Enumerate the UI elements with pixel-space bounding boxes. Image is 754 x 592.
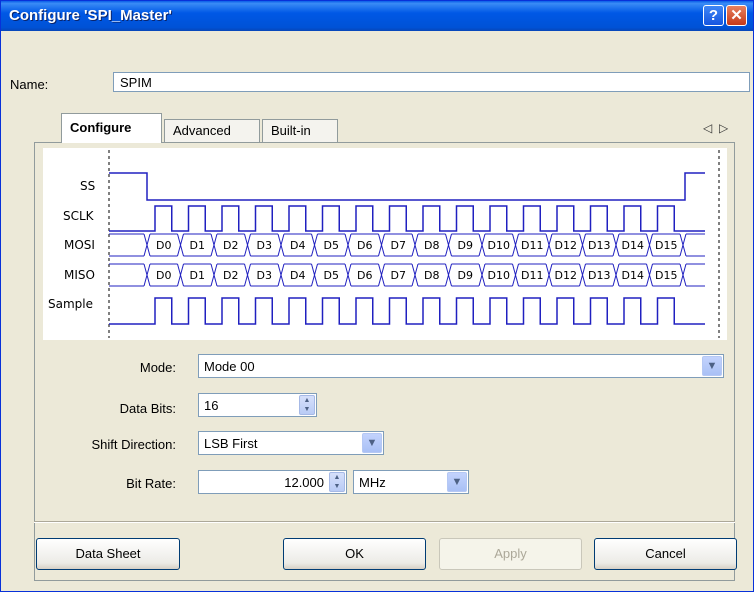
mosi-bit-label: D15 — [655, 239, 677, 252]
miso-bit-label: D13 — [588, 269, 610, 282]
data-sheet-button[interactable]: Data Sheet — [36, 538, 180, 570]
configure-dialog: Configure 'SPI_Master' ? ✕ Name: SPIM Co… — [0, 0, 754, 592]
miso-bit-label: D2 — [223, 269, 238, 282]
shift-direction-select[interactable]: LSB First ▼ — [198, 431, 384, 455]
bit-rate-unit-select[interactable]: MHz ▼ — [353, 470, 469, 494]
window-title: Configure 'SPI_Master' — [9, 7, 173, 24]
mosi-bit-label: D9 — [458, 239, 473, 252]
bit-rate-value: 12.000 — [284, 475, 324, 490]
shift-direction-label: Shift Direction: — [91, 437, 176, 452]
ss-wave — [109, 172, 705, 201]
cancel-button[interactable]: Cancel — [594, 538, 737, 570]
miso-bit-label: D8 — [424, 269, 439, 282]
name-label: Name: — [10, 77, 49, 92]
mosi-bit-label: D6 — [357, 239, 372, 252]
miso-bit-label: D1 — [190, 269, 205, 282]
tab-built-in-label: Built-in — [271, 123, 311, 138]
mosi-bit-label: D7 — [391, 239, 406, 252]
bit-rate-spin-icon[interactable]: ▲ ▼ — [329, 472, 345, 492]
mode-label: Mode: — [139, 360, 176, 375]
miso-bit-label: D11 — [521, 269, 543, 282]
sample-wave — [109, 297, 705, 325]
name-input[interactable]: SPIM — [113, 72, 750, 92]
tab-scroll-right-icon[interactable]: ▷ — [719, 121, 728, 135]
miso-bit-label: D6 — [357, 269, 372, 282]
miso-bit-label: D7 — [391, 269, 406, 282]
shift-direction-value: LSB First — [204, 436, 258, 451]
miso-bit-label: D5 — [324, 269, 339, 282]
miso-bit-label: D9 — [458, 269, 473, 282]
mosi-bit-label: D11 — [521, 239, 543, 252]
tab-advanced-label: Advanced — [173, 123, 231, 138]
tab-scroll-left-icon[interactable]: ◁ — [703, 121, 712, 135]
miso-bit-label: D4 — [290, 269, 305, 282]
bit-rate-unit-dropdown-icon[interactable]: ▼ — [447, 472, 467, 492]
bit-rate-unit-value: MHz — [359, 475, 386, 490]
mosi-bit-label: D14 — [622, 239, 644, 252]
mosi-bit-label: D10 — [488, 239, 510, 252]
miso-bit-label: D15 — [655, 269, 677, 282]
mosi-bit-label: D4 — [290, 239, 305, 252]
ok-button[interactable]: OK — [283, 538, 426, 570]
waveform-svg: D0 D1 D2 D3 D4 D5 D6 D7 D8 D9 D10 D11 D12 D13 D14 D15 D0… — [108, 150, 720, 338]
apply-button[interactable]: Apply — [439, 538, 582, 570]
mosi-bit-label: D8 — [424, 239, 439, 252]
close-button[interactable]: ✕ — [726, 5, 747, 26]
bit-rate-label: Bit Rate: — [126, 476, 176, 491]
title-bar[interactable]: Configure 'SPI_Master' ? ✕ — [1, 1, 753, 31]
bit-rate-stepper[interactable]: 12.000 ▲ ▼ — [198, 470, 347, 494]
mosi-bit-label: D13 — [588, 239, 610, 252]
miso-bit-label: D10 — [488, 269, 510, 282]
data-bits-stepper[interactable]: 16 ▲ ▼ — [198, 393, 317, 417]
button-separator — [34, 521, 735, 523]
timing-diagram: SS SCLK MOSI MISO Sample D0 D1 D2 D3 D4 D5 D6 D… — [43, 148, 727, 340]
mosi-bit-label: D5 — [324, 239, 339, 252]
tab-configure[interactable]: Configure — [61, 113, 162, 143]
data-bits-label: Data Bits: — [119, 401, 176, 416]
sclk-wave — [109, 205, 705, 232]
miso-bit-label: D14 — [622, 269, 644, 282]
tab-advanced[interactable]: Advanced — [164, 119, 260, 142]
mosi-bit-label: D3 — [257, 239, 272, 252]
data-bits-value: 16 — [204, 398, 219, 413]
data-bits-spin-icon[interactable]: ▲ ▼ — [299, 395, 315, 415]
miso-bit-label: D0 — [156, 269, 171, 282]
help-button[interactable]: ? — [703, 5, 724, 26]
mode-select[interactable]: Mode 00 ▼ — [198, 354, 724, 378]
shift-direction-dropdown-icon[interactable]: ▼ — [362, 433, 382, 453]
mosi-bit-label: D2 — [223, 239, 238, 252]
miso-bit-label: D3 — [257, 269, 272, 282]
mosi-bit-label: D12 — [555, 239, 577, 252]
tab-configure-label: Configure — [70, 120, 132, 135]
mosi-bit-label: D1 — [190, 239, 205, 252]
mode-dropdown-icon[interactable]: ▼ — [702, 356, 722, 376]
miso-bit-label: D12 — [555, 269, 577, 282]
mode-value: Mode 00 — [204, 359, 255, 374]
mosi-bit-label: D0 — [156, 239, 171, 252]
tab-built-in[interactable]: Built-in — [262, 119, 338, 142]
